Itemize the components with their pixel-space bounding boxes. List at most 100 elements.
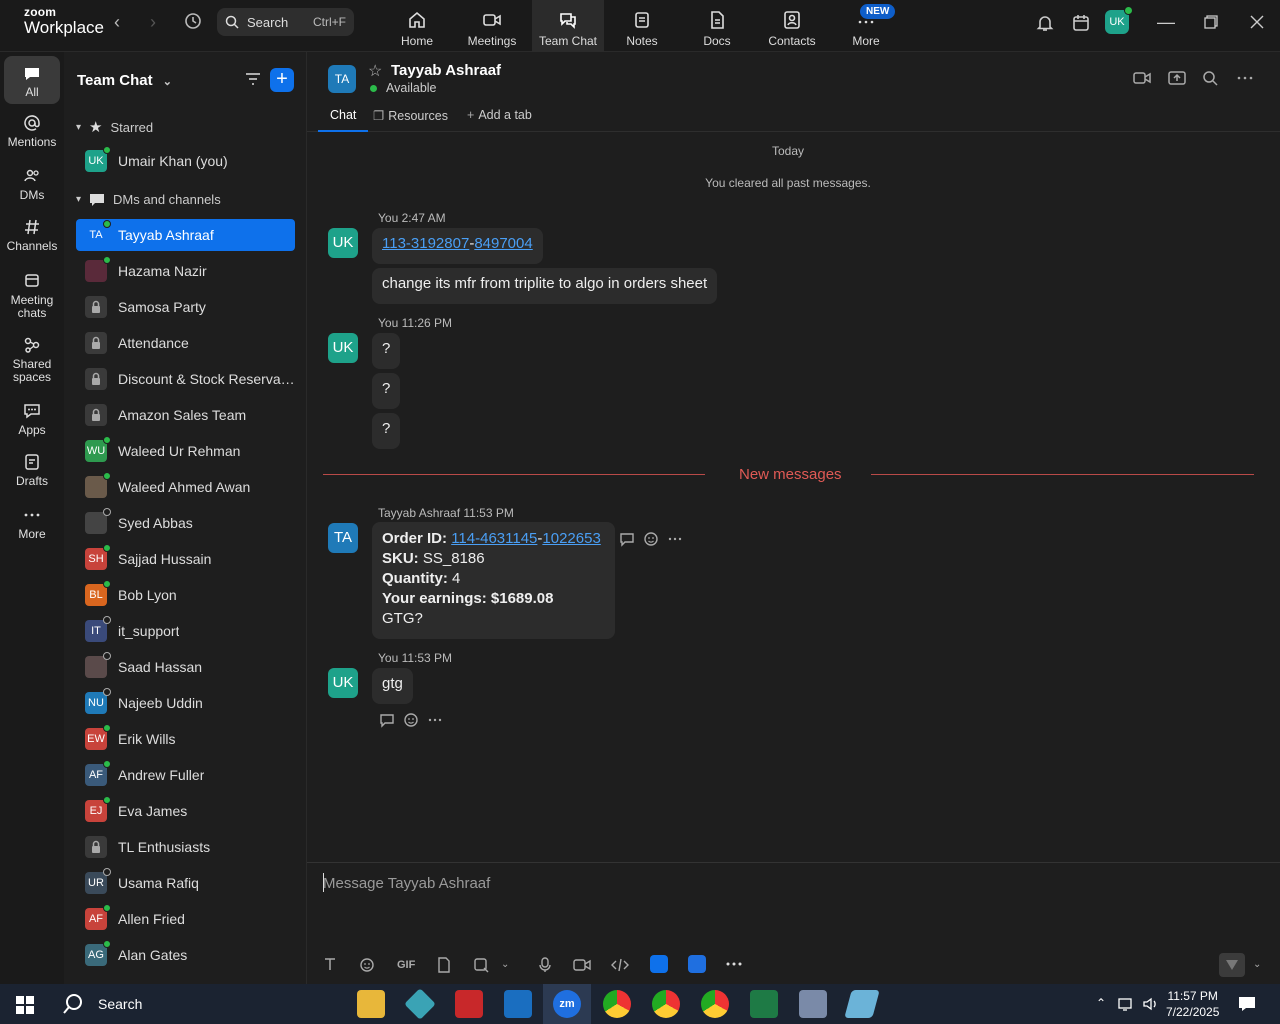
rail-dms[interactable]: DMs	[0, 167, 64, 202]
rail-meeting-chats[interactable]: Meeting chats	[0, 272, 64, 320]
video-message-icon[interactable]	[573, 957, 591, 976]
chevron-up-icon[interactable]: ⌃	[1096, 996, 1106, 1010]
message-bubble[interactable]: ?	[372, 373, 401, 409]
calculator-icon[interactable]	[799, 990, 827, 1018]
tab-notes[interactable]: Notes	[606, 0, 678, 52]
filezilla-icon[interactable]	[455, 990, 483, 1018]
tab-chat[interactable]: Chat	[317, 108, 370, 132]
tab-team-chat[interactable]: Team Chat	[532, 0, 604, 52]
panel-title[interactable]: Team Chat ⌄	[77, 72, 172, 89]
calendar-icon[interactable]	[1071, 13, 1091, 38]
send-button[interactable]	[1219, 953, 1245, 977]
more-options-icon[interactable]	[667, 531, 683, 552]
tab-contacts[interactable]: Contacts	[756, 0, 828, 52]
avatar[interactable]: TA	[328, 523, 358, 553]
list-item[interactable]: Saad Hassan	[76, 651, 295, 683]
forward-arrow-icon[interactable]: ›	[150, 12, 156, 33]
list-item[interactable]: EJ Eva James	[76, 795, 295, 827]
rail-more[interactable]: More	[0, 506, 64, 541]
windows-start-icon[interactable]	[16, 996, 34, 1019]
share-screen-icon[interactable]	[1168, 70, 1186, 91]
order-link[interactable]: 8497004	[474, 235, 532, 252]
message-composer[interactable]: Message Tayyab Ashraaf GIF ⌄ ⌄	[307, 862, 1280, 984]
taskbar-search[interactable]: Search	[62, 988, 142, 1020]
chrome-icon[interactable]	[603, 990, 631, 1018]
list-item[interactable]: UK Umair Khan (you)	[76, 145, 295, 177]
tab-resources[interactable]: ❐ Resources	[373, 108, 448, 123]
tab-home[interactable]: Home	[381, 0, 453, 52]
contact-name[interactable]: Tayyab Ashraaf	[391, 62, 501, 79]
app-integration-icon[interactable]	[650, 955, 668, 973]
microphone-icon[interactable]	[539, 957, 551, 976]
list-item[interactable]: WU Waleed Ur Rehman	[76, 435, 295, 467]
order-link[interactable]: 1022653	[542, 530, 600, 547]
starred-section-header[interactable]: ▾ ★ Starred	[76, 118, 153, 136]
avatar[interactable]: UK	[328, 668, 358, 698]
order-link[interactable]: 113-3192807	[382, 235, 469, 252]
file-icon[interactable]	[437, 957, 451, 976]
message-bubble[interactable]: 113-3192807-8497004	[372, 228, 543, 264]
more-options-icon[interactable]	[1237, 70, 1253, 91]
chevron-down-icon[interactable]: ⌄	[501, 959, 509, 970]
list-item[interactable]: AG Alan Gates	[76, 939, 295, 971]
rail-shared-spaces[interactable]: Shared spaces	[0, 336, 64, 384]
avatar[interactable]: UK	[1105, 6, 1133, 34]
zoom-taskbar-item[interactable]: zm	[543, 984, 591, 1024]
dms-section-header[interactable]: ▾ DMs and channels	[76, 192, 221, 207]
app-icon[interactable]	[404, 988, 436, 1020]
new-chat-button[interactable]: +	[270, 68, 294, 92]
more-options-icon[interactable]	[427, 712, 443, 733]
outlook-icon[interactable]	[504, 990, 532, 1018]
composer-placeholder[interactable]: Message Tayyab Ashraaf	[323, 875, 490, 892]
video-call-icon[interactable]	[1133, 70, 1151, 91]
list-item[interactable]: Discount & Stock Reservati...	[76, 363, 295, 395]
minimize-icon[interactable]: —	[1157, 12, 1175, 33]
list-item[interactable]: EW Erik Wills	[76, 723, 295, 755]
restore-icon[interactable]	[1204, 13, 1218, 34]
search-icon[interactable]	[1202, 70, 1218, 91]
volume-icon[interactable]	[1142, 996, 1160, 1017]
tab-docs[interactable]: Docs	[681, 0, 753, 52]
list-item[interactable]: IT it_support	[76, 615, 295, 647]
bell-icon[interactable]	[1035, 13, 1055, 38]
list-item[interactable]: Syed Abbas	[76, 507, 295, 539]
list-item[interactable]: SH Sajjad Hussain	[76, 543, 295, 575]
list-item[interactable]: AF Andrew Fuller	[76, 759, 295, 791]
emoji-reaction-icon[interactable]	[403, 712, 419, 733]
message-bubble[interactable]: gtg	[372, 668, 413, 704]
order-link[interactable]: 114-4631145	[451, 530, 537, 547]
rail-mentions[interactable]: Mentions	[0, 114, 64, 149]
reply-thread-icon[interactable]	[619, 531, 635, 552]
notifications-icon[interactable]	[1238, 995, 1256, 1018]
message-bubble[interactable]: ?	[372, 413, 401, 449]
back-arrow-icon[interactable]: ‹	[114, 12, 120, 33]
search-box[interactable]: Search Ctrl+F	[217, 8, 354, 36]
more-dots-icon[interactable]	[725, 956, 743, 975]
list-item[interactable]: Attendance	[76, 327, 295, 359]
tab-add[interactable]: + Add a tab	[467, 108, 532, 122]
rail-apps[interactable]: Apps	[0, 402, 64, 437]
excel-icon[interactable]	[750, 990, 778, 1018]
list-item[interactable]: TL Enthusiasts	[76, 831, 295, 863]
history-icon[interactable]	[183, 11, 203, 36]
list-item[interactable]: NU Najeeb Uddin	[76, 687, 295, 719]
filter-icon[interactable]	[244, 70, 262, 93]
system-clock[interactable]: 11:57 PM 7/22/2025	[1166, 988, 1219, 1020]
chrome-icon[interactable]	[652, 990, 680, 1018]
list-item[interactable]: UR Usama Rafiq	[76, 867, 295, 899]
avatar[interactable]: UK	[328, 228, 358, 258]
tab-meetings[interactable]: Meetings	[456, 0, 528, 52]
file-explorer-icon[interactable]	[357, 990, 385, 1018]
gif-button[interactable]: GIF	[397, 959, 415, 971]
app-integration-icon[interactable]	[688, 955, 706, 973]
code-snippet-icon[interactable]	[611, 957, 629, 976]
screenshot-icon[interactable]	[473, 957, 489, 976]
list-item[interactable]: Samosa Party	[76, 291, 295, 323]
emoji-reaction-icon[interactable]	[643, 531, 659, 552]
reply-thread-icon[interactable]	[379, 712, 395, 733]
list-item[interactable]: Waleed Ahmed Awan	[76, 471, 295, 503]
list-item[interactable]: Amazon Sales Team	[76, 399, 295, 431]
chevron-down-icon[interactable]: ⌄	[1253, 959, 1261, 970]
list-item[interactable]: BL Bob Lyon	[76, 579, 295, 611]
list-item[interactable]: Hazama Nazir	[76, 255, 295, 287]
